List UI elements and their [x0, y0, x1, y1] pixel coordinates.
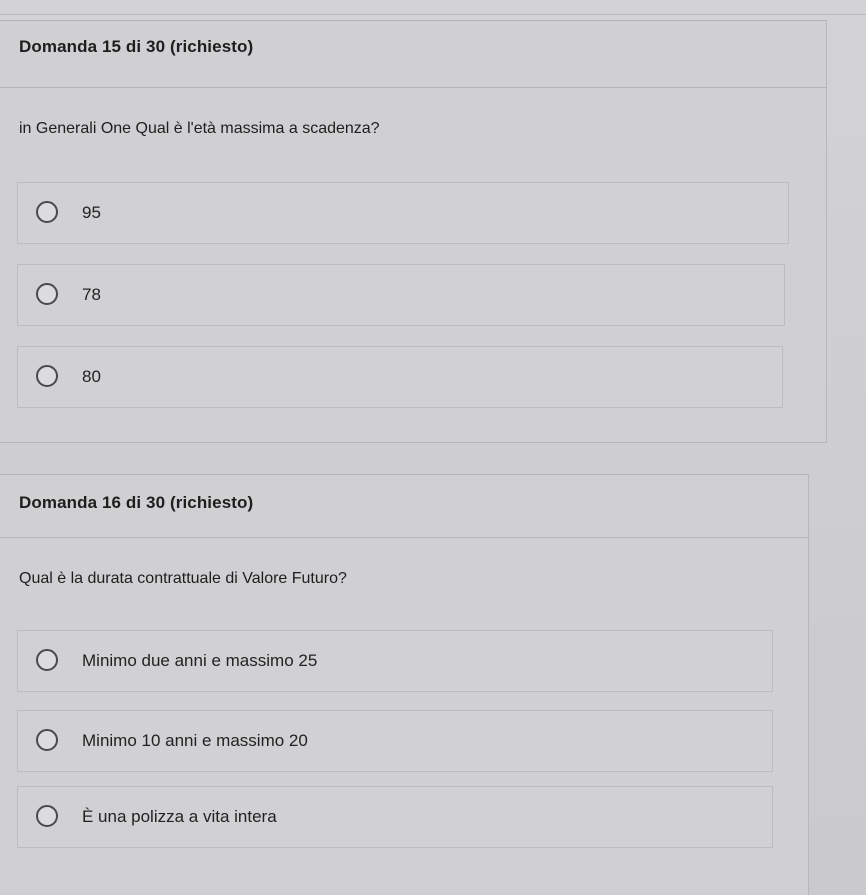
question-15-card: Domanda 15 di 30 (richiesto) in Generali… [0, 20, 827, 443]
question-15-title: Domanda 15 di 30 (richiesto) [19, 37, 254, 56]
radio-button[interactable] [36, 283, 58, 305]
radio-button[interactable] [36, 365, 58, 387]
question-16-option-1[interactable]: Minimo due anni e massimo 25 [17, 630, 773, 692]
question-15-option-78[interactable]: 78 [17, 264, 785, 326]
top-divider [0, 14, 866, 15]
question-16-card: Domanda 16 di 30 (richiesto) Qual è la d… [0, 474, 809, 895]
option-label: Minimo 10 anni e massimo 20 [82, 731, 308, 750]
question-16-title: Domanda 16 di 30 (richiesto) [19, 493, 254, 512]
option-label: Minimo due anni e massimo 25 [82, 651, 318, 670]
question-16-header: Domanda 16 di 30 (richiesto) [0, 474, 808, 538]
option-label: 95 [82, 203, 101, 222]
question-16-text: Qual è la durata contrattuale di Valore … [19, 570, 347, 587]
question-15-option-80[interactable]: 80 [17, 346, 783, 408]
question-15-text: in Generali One Qual è l'età massima a s… [19, 120, 380, 137]
question-16-option-2[interactable]: Minimo 10 anni e massimo 20 [17, 710, 773, 772]
question-16-option-3[interactable]: È una polizza a vita intera [17, 786, 773, 848]
question-15-option-95[interactable]: 95 [17, 182, 789, 244]
radio-button[interactable] [36, 729, 58, 751]
radio-button[interactable] [36, 649, 58, 671]
radio-button[interactable] [36, 805, 58, 827]
option-label: È una polizza a vita intera [82, 807, 277, 826]
option-label: 80 [82, 367, 101, 386]
radio-button[interactable] [36, 201, 58, 223]
question-15-header: Domanda 15 di 30 (richiesto) [0, 20, 826, 88]
option-label: 78 [82, 285, 101, 304]
